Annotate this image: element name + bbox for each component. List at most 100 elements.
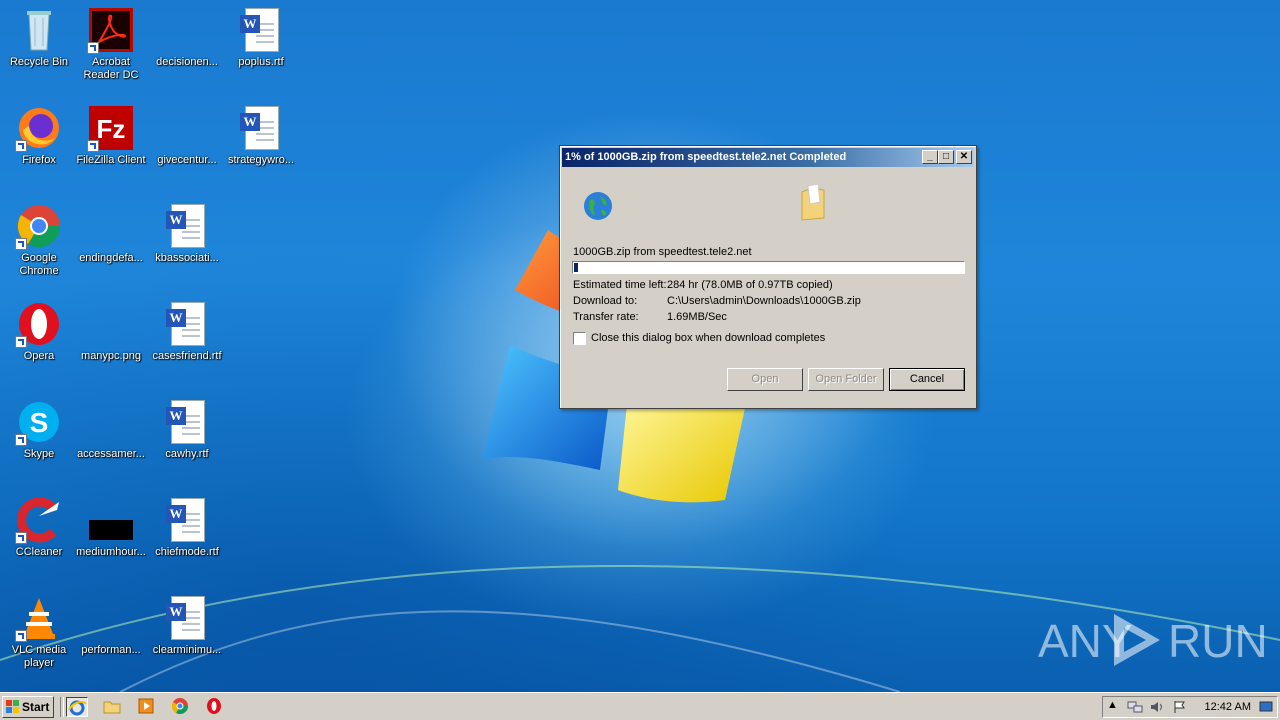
desktop-icon-label: mediumhour... (76, 546, 146, 558)
desktop-icon-vlc[interactable]: VLC media player (0, 590, 78, 680)
ccleaner-icon (15, 496, 63, 544)
desktop-icon-chrome[interactable]: Google Chrome (0, 198, 78, 288)
desktop-icon-rtf[interactable]: W casesfriend.rtf (148, 296, 226, 386)
shortcut-arrow-icon (15, 336, 27, 348)
shortcut-arrow-icon (87, 42, 99, 54)
desktop-icon-label: cawhy.rtf (165, 448, 209, 460)
start-button[interactable]: Start (2, 696, 54, 718)
desktop-icon-label: VLC media player (11, 644, 67, 669)
word-document-icon: W (237, 6, 285, 54)
close-on-complete-checkbox[interactable] (573, 332, 586, 345)
cancel-button[interactable]: Cancel (889, 368, 965, 391)
blank-file-icon (87, 202, 135, 250)
shortcut-arrow-icon (15, 532, 27, 544)
blank-file-icon (87, 594, 135, 642)
desktop-icon-file[interactable]: decisionen... (148, 2, 226, 92)
svg-text:S: S (30, 407, 49, 438)
minimize-icon: _ (927, 151, 933, 162)
play-icon (1114, 614, 1160, 666)
chrome-icon (171, 698, 189, 715)
minimize-button[interactable]: _ (922, 150, 938, 164)
desktop-icon-opera[interactable]: Opera (0, 296, 78, 386)
watermark-text-right: RUN (1168, 615, 1268, 667)
desktop-icon-label: Opera (23, 350, 55, 362)
desktop-icon-skype[interactable]: S Skype (0, 394, 78, 484)
show-hidden-icons-button[interactable]: ▲ (1107, 699, 1118, 711)
desktop-icon-ccleaner[interactable]: CCleaner (0, 492, 78, 582)
shortcut-arrow-icon (15, 140, 27, 152)
open-button[interactable]: Open (727, 368, 803, 391)
desktop-icon-file[interactable]: mediumhour... (72, 492, 150, 582)
desktop-icon-filezilla[interactable]: Fz FileZilla Client (72, 100, 150, 190)
dialog-title: 1% of 1000GB.zip from speedtest.tele2.ne… (565, 151, 847, 163)
desktop-icon-label: givecentur... (157, 154, 217, 166)
open-folder-button[interactable]: Open Folder (808, 368, 884, 391)
maximize-button[interactable]: □ (938, 150, 954, 164)
folder-icon (801, 183, 825, 221)
explorer-launch-button[interactable] (102, 697, 124, 717)
desktop-icon-label: Acrobat Reader DC (83, 56, 139, 81)
maximize-icon: □ (942, 151, 950, 162)
system-tray: ▲ 12:42 AM (1102, 696, 1278, 718)
taskbar-separator (60, 697, 64, 717)
desktop-icon-label: strategywro... (227, 154, 295, 166)
shortcut-arrow-icon (87, 140, 99, 152)
desktop-icon-file[interactable]: performan... (72, 590, 150, 680)
volume-icon[interactable] (1149, 700, 1165, 714)
time-left-label: Estimated time left: (573, 279, 667, 291)
media-player-launch-button[interactable] (136, 697, 158, 717)
desktop-icon-label: casesfriend.rtf (152, 350, 222, 362)
skype-icon: S (15, 398, 63, 446)
close-button[interactable]: ✕ (956, 150, 972, 164)
shortcut-arrow-icon (15, 630, 27, 642)
close-on-complete-label[interactable]: Close this dialog box when download comp… (591, 332, 825, 344)
action-center-flag-icon[interactable] (1173, 700, 1187, 714)
desktop-icon-file[interactable]: manypc.png (72, 296, 150, 386)
desktop-icon-label: Recycle Bin (9, 56, 69, 68)
desktop-icon-label: manypc.png (81, 350, 141, 362)
anyrun-watermark: ANY RUN (1038, 610, 1268, 670)
blank-file-icon (163, 6, 211, 54)
ie-launch-button[interactable] (66, 697, 88, 717)
opera-launch-button[interactable] (204, 697, 226, 717)
desktop: Recycle Bin Firefox Google Chrome Opera … (0, 0, 1280, 692)
globe-icon (584, 192, 612, 220)
shortcut-arrow-icon (15, 238, 27, 250)
word-document-icon: W (237, 104, 285, 152)
blank-file-icon (163, 104, 211, 152)
desktop-icon-rtf[interactable]: W strategywro... (222, 100, 300, 190)
filezilla-icon: Fz (87, 104, 135, 152)
taskbar-clock[interactable]: 12:42 AM (1205, 701, 1251, 713)
close-icon: ✕ (959, 151, 969, 162)
network-icon[interactable] (1127, 700, 1143, 714)
desktop-icon-acrobat[interactable]: Acrobat Reader DC (72, 2, 150, 92)
desktop-icon-label: accessamer... (77, 448, 145, 460)
word-document-icon: W (163, 300, 211, 348)
word-document-icon: W (163, 594, 211, 642)
internet-explorer-icon (68, 700, 87, 716)
desktop-icon-recycle-bin[interactable]: Recycle Bin (0, 2, 78, 92)
word-document-icon: W (163, 496, 211, 544)
desktop-icon-firefox[interactable]: Firefox (0, 100, 78, 190)
start-label: Start (22, 700, 50, 714)
chrome-launch-button[interactable] (170, 697, 192, 717)
dialog-title-bar[interactable]: 1% of 1000GB.zip from speedtest.tele2.ne… (562, 148, 974, 167)
opera-icon (207, 698, 221, 714)
desktop-icon-file[interactable]: givecentur... (148, 100, 226, 190)
recycle-bin-icon (15, 6, 63, 54)
desktop-icon-rtf[interactable]: W cawhy.rtf (148, 394, 226, 484)
acrobat-icon (87, 6, 135, 54)
time-left-value: 284 hr (78.0MB of 0.97TB copied) (667, 279, 833, 291)
desktop-icon-file[interactable]: endingdefa... (72, 198, 150, 288)
taskbar: Start ▲ 12:42 AM (0, 692, 1280, 720)
download-dialog: 1% of 1000GB.zip from speedtest.tele2.ne… (559, 145, 977, 409)
desktop-icon-rtf[interactable]: W chiefmode.rtf (148, 492, 226, 582)
svg-text:Fz: Fz (97, 114, 126, 144)
show-desktop-icon[interactable] (1259, 701, 1273, 713)
desktop-icon-rtf[interactable]: W poplus.rtf (222, 2, 300, 92)
opera-icon (15, 300, 63, 348)
desktop-icon-rtf[interactable]: W clearminimu... (148, 590, 226, 680)
desktop-icon-rtf[interactable]: W kbassociati... (148, 198, 226, 288)
folder-icon (103, 701, 121, 714)
desktop-icon-file[interactable]: accessamer... (72, 394, 150, 484)
